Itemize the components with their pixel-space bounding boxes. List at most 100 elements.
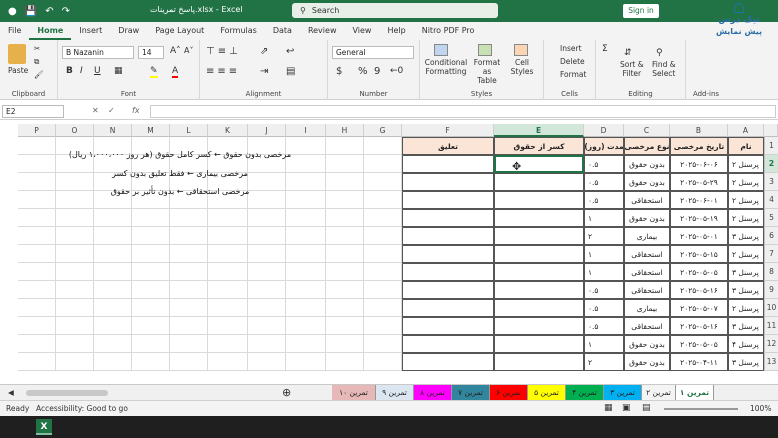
horizontal-align-icons[interactable]: ≡≡≡ (206, 66, 240, 77)
cell[interactable] (18, 317, 56, 335)
cell[interactable] (208, 299, 248, 317)
find-select-icon[interactable]: ⚲ (656, 48, 663, 58)
cell[interactable] (364, 335, 402, 353)
select-all-corner[interactable] (764, 124, 778, 137)
table-cell-d[interactable]: ۰.۵ (584, 155, 624, 173)
table-cell-e[interactable] (494, 245, 584, 263)
tab-page-layout[interactable]: Page Layout (147, 22, 212, 40)
column-header-l[interactable]: L (170, 124, 208, 137)
table-cell-e[interactable] (494, 227, 584, 245)
cell-styles-icon[interactable] (514, 44, 528, 56)
cell[interactable] (132, 227, 170, 245)
formula-input[interactable] (150, 105, 776, 118)
row-header-10[interactable]: 10 (764, 299, 778, 317)
cancel-icon[interactable]: ✕ (92, 106, 99, 115)
name-box[interactable]: E2 (2, 105, 64, 118)
cell[interactable] (94, 317, 132, 335)
row-header-12[interactable]: 12 (764, 335, 778, 353)
cell[interactable] (170, 317, 208, 335)
table-cell-b[interactable]: ۲۰۲۵-۰۵-۱۶ (670, 281, 728, 299)
cell[interactable] (364, 299, 402, 317)
tab-data[interactable]: Data (265, 22, 300, 40)
table-cell-e[interactable] (494, 335, 584, 353)
sheet-tab-4[interactable]: تمرین ۴ (566, 385, 604, 400)
cell[interactable] (170, 245, 208, 263)
cell[interactable] (326, 263, 364, 281)
wrap-text-icon[interactable]: ↩ (286, 46, 294, 57)
table-cell-d[interactable]: ۰.۵ (584, 317, 624, 335)
sheet-tab-3[interactable]: تمرین ۳ (604, 385, 642, 400)
cell[interactable] (286, 299, 326, 317)
column-header-h[interactable]: H (326, 124, 364, 137)
table-cell-f[interactable] (402, 191, 494, 209)
column-header-f[interactable]: F (402, 124, 494, 137)
cell[interactable] (132, 245, 170, 263)
format-as-table-button[interactable]: Format as Table (472, 58, 502, 85)
row-header-6[interactable]: 6 (764, 227, 778, 245)
cell[interactable] (170, 209, 208, 227)
row-header-13[interactable]: 13 (764, 353, 778, 371)
search-box[interactable]: ⚲ Search (292, 3, 498, 18)
cell[interactable] (286, 281, 326, 299)
cell[interactable] (364, 191, 402, 209)
cell[interactable] (326, 317, 364, 335)
cell[interactable] (132, 281, 170, 299)
autosave-icon[interactable]: ● (8, 6, 17, 17)
cell[interactable] (286, 353, 326, 371)
table-cell-a[interactable]: پرسنل ۲ (728, 209, 764, 227)
table-cell-e[interactable] (494, 173, 584, 191)
tab-formulas[interactable]: Formulas (212, 22, 265, 40)
cell[interactable] (94, 299, 132, 317)
tab-draw[interactable]: Draw (110, 22, 147, 40)
cell[interactable] (364, 155, 402, 173)
table-cell-d[interactable]: ۲ (584, 353, 624, 371)
cell[interactable] (56, 353, 94, 371)
table-cell-a[interactable]: پرسنل ۲ (728, 173, 764, 191)
cell[interactable] (208, 281, 248, 299)
cell[interactable] (208, 227, 248, 245)
font-size-dropdown[interactable]: 14 (138, 46, 164, 59)
cell[interactable] (132, 335, 170, 353)
comma-icon[interactable]: 9 (374, 66, 380, 77)
table-cell-a[interactable]: پرسنل ۴ (728, 335, 764, 353)
cell[interactable] (94, 227, 132, 245)
cell[interactable] (208, 209, 248, 227)
table-cell-f[interactable] (402, 209, 494, 227)
cell[interactable] (364, 317, 402, 335)
cell[interactable] (364, 209, 402, 227)
cell[interactable] (364, 281, 402, 299)
cell[interactable] (132, 209, 170, 227)
paste-button[interactable]: Paste (8, 66, 28, 75)
column-header-b[interactable]: B (670, 124, 728, 137)
cell[interactable] (326, 281, 364, 299)
column-header-d[interactable]: D (584, 124, 624, 137)
tab-file[interactable]: File (0, 22, 29, 40)
currency-icon[interactable]: $ (336, 66, 342, 77)
table-cell-d[interactable]: ۱ (584, 335, 624, 353)
table-cell-b[interactable]: ۲۰۲۵-۰۵-۱۹ (670, 209, 728, 227)
cell[interactable] (170, 281, 208, 299)
column-header-o[interactable]: O (56, 124, 94, 137)
table-cell-c[interactable]: بیماری (624, 299, 670, 317)
column-header-m[interactable]: M (132, 124, 170, 137)
cell[interactable] (170, 335, 208, 353)
scroll-left-icon[interactable]: ◀ (8, 388, 14, 397)
table-cell-f[interactable] (402, 227, 494, 245)
table-cell-a[interactable]: پرسنل ۳ (728, 263, 764, 281)
cell[interactable] (326, 353, 364, 371)
cell[interactable] (56, 335, 94, 353)
table-header-d[interactable]: مدت (روز) (584, 137, 624, 155)
table-cell-c[interactable]: بدون حقوق (624, 353, 670, 371)
decrease-font-icon[interactable]: A˅ (184, 46, 193, 55)
cell[interactable] (326, 155, 364, 173)
column-header-p[interactable]: P (18, 124, 56, 137)
redo-icon[interactable]: ↷ (62, 6, 70, 17)
table-cell-d[interactable]: ۱ (584, 263, 624, 281)
cell[interactable] (132, 317, 170, 335)
cell[interactable] (286, 245, 326, 263)
cell[interactable] (248, 299, 286, 317)
row-header-9[interactable]: 9 (764, 281, 778, 299)
cell[interactable] (94, 353, 132, 371)
cell[interactable] (286, 227, 326, 245)
cell[interactable] (170, 227, 208, 245)
